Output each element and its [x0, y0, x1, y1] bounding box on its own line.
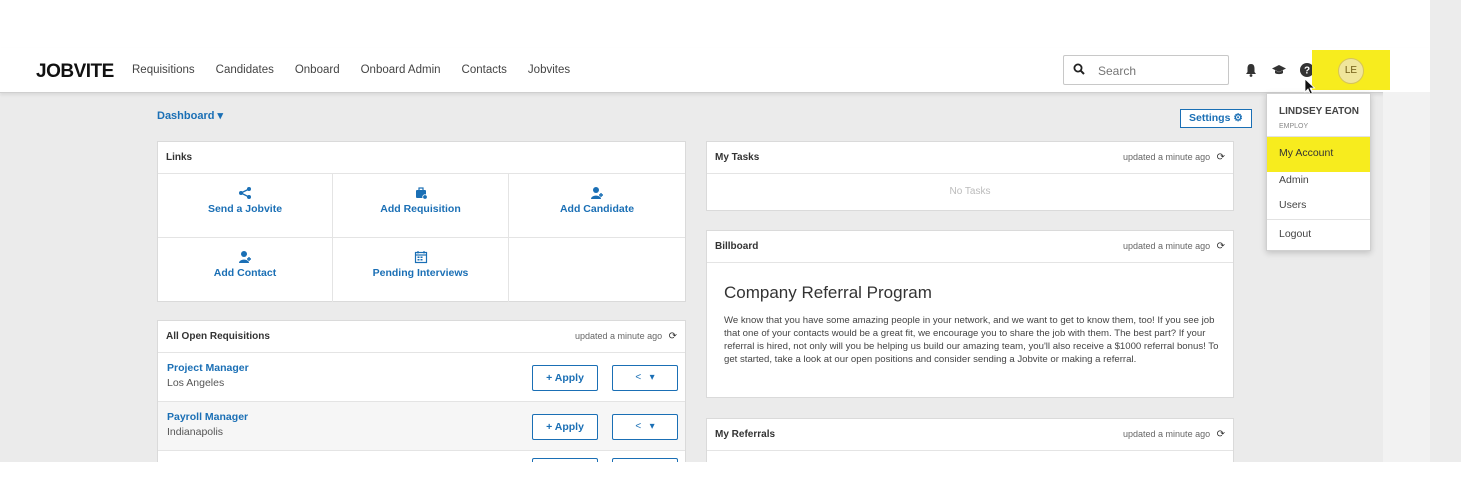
pending-interviews-link[interactable]: Pending Interviews: [333, 250, 508, 279]
user-avatar[interactable]: LE: [1338, 58, 1364, 84]
chevron-down-icon: ▾: [217, 110, 224, 122]
billboard-panel-header: Billboard updated a minute ago ⟳: [707, 231, 1233, 263]
add-user-icon: [591, 187, 603, 199]
right-rail: [1383, 92, 1430, 462]
requisitions-panel: All Open Requisitions updated a minute a…: [157, 320, 686, 462]
svg-text:?: ?: [1304, 66, 1310, 77]
add-candidate-link[interactable]: Add Candidate: [509, 186, 685, 215]
user-menu: LINDSEY EATON EMPLOY My Account Admin Us…: [1266, 93, 1371, 251]
briefcase-icon: [415, 187, 428, 200]
share-icon: [239, 187, 251, 199]
add-requisition-link[interactable]: Add Requisition: [333, 186, 508, 215]
billboard-heading: Company Referral Program: [724, 283, 932, 302]
billboard-title: Billboard: [715, 241, 759, 252]
jobvite-logo[interactable]: JOBVITE: [36, 61, 114, 83]
pending-interviews-label: Pending Interviews: [372, 267, 469, 279]
table-row: [158, 451, 685, 462]
nav-onboard[interactable]: Onboard: [295, 64, 340, 76]
refresh-icon[interactable]: ⟳: [1217, 231, 1225, 262]
requisition-location: Los Angeles: [167, 377, 225, 389]
add-candidate-label: Add Candidate: [559, 203, 635, 215]
chevron-down-icon: ▾: [649, 372, 655, 383]
add-requisition-label: Add Requisition: [380, 203, 461, 215]
nav-requisitions[interactable]: Requisitions: [132, 64, 195, 76]
calendar-icon: [414, 251, 427, 264]
requisition-title[interactable]: Project Manager: [167, 362, 249, 374]
refresh-icon[interactable]: ⟳: [1217, 419, 1225, 450]
gear-icon: ⚙: [1233, 112, 1243, 124]
share-icon: <: [635, 372, 642, 383]
apply-button[interactable]: + Apply: [532, 414, 598, 440]
apply-label: Apply: [554, 372, 584, 384]
bell-icon[interactable]: [1243, 62, 1259, 78]
referrals-panel-header: My Referrals updated a minute ago ⟳: [707, 419, 1233, 451]
apply-button[interactable]: + Apply: [532, 365, 598, 391]
user-name: LINDSEY EATON: [1279, 106, 1360, 117]
table-row: Project Manager Los Angeles + Apply < ▾: [158, 353, 685, 402]
billboard-panel: Billboard updated a minute ago ⟳ Company…: [706, 230, 1234, 398]
share-dropdown-button[interactable]: < ▾: [612, 365, 678, 391]
updated-text: updated a minute ago: [1123, 241, 1211, 251]
share-dropdown-button[interactable]: [612, 458, 678, 462]
chevron-down-icon: ▾: [649, 421, 655, 432]
referrals-updated: updated a minute ago ⟳: [1123, 419, 1225, 450]
apply-label: Apply: [554, 421, 584, 433]
tasks-panel-header: My Tasks updated a minute ago ⟳: [707, 142, 1233, 174]
refresh-icon[interactable]: ⟳: [1217, 142, 1225, 173]
refresh-icon[interactable]: ⟳: [669, 321, 677, 352]
search-icon: [1073, 63, 1085, 75]
requisitions-updated: updated a minute ago ⟳: [575, 321, 677, 352]
tasks-title: My Tasks: [715, 152, 760, 163]
requisition-title[interactable]: Payroll Manager: [167, 411, 248, 423]
updated-text: updated a minute ago: [1123, 152, 1211, 162]
add-contact-link[interactable]: Add Contact: [158, 250, 332, 279]
requisitions-title: All Open Requisitions: [166, 331, 270, 342]
menu-item-logout[interactable]: Logout: [1279, 228, 1311, 240]
top-navbar: JOBVITE Requisitions Candidates Onboard …: [0, 48, 1430, 93]
dashboard-dropdown[interactable]: Dashboard ▾: [157, 109, 223, 122]
share-icon: <: [635, 421, 642, 432]
scrollbar[interactable]: [1430, 0, 1461, 462]
search-box[interactable]: [1063, 55, 1229, 85]
tasks-panel: My Tasks updated a minute ago ⟳ No Tasks: [706, 141, 1234, 211]
nav-onboard-admin[interactable]: Onboard Admin: [361, 64, 441, 76]
no-tasks-message: No Tasks: [949, 186, 991, 197]
requisitions-panel-header: All Open Requisitions updated a minute a…: [158, 321, 685, 353]
add-contact-label: Add Contact: [213, 267, 277, 279]
user-role: EMPLOY: [1279, 123, 1309, 130]
graduation-cap-icon[interactable]: [1271, 62, 1287, 78]
tasks-updated: updated a minute ago ⟳: [1123, 142, 1225, 173]
divider: [158, 237, 685, 238]
apply-button[interactable]: [532, 458, 598, 462]
app-window: JOBVITE Requisitions Candidates Onboard …: [0, 0, 1430, 462]
nav-contacts[interactable]: Contacts: [462, 64, 507, 76]
menu-item-users[interactable]: Users: [1279, 199, 1306, 211]
billboard-updated: updated a minute ago ⟳: [1123, 231, 1225, 262]
updated-text: updated a minute ago: [575, 331, 663, 341]
links-panel-title: Links: [158, 142, 685, 174]
search-input[interactable]: [1096, 61, 1225, 81]
nav-candidates[interactable]: Candidates: [216, 64, 274, 76]
referrals-panel: My Referrals updated a minute ago ⟳: [706, 418, 1234, 462]
requisition-location: Indianapolis: [167, 426, 224, 438]
menu-item-my-account[interactable]: My Account: [1279, 147, 1333, 159]
referrals-title: My Referrals: [715, 429, 776, 440]
menu-item-admin[interactable]: Admin: [1279, 174, 1309, 186]
share-dropdown-button[interactable]: < ▾: [612, 414, 678, 440]
nav-jobvites[interactable]: Jobvites: [528, 64, 570, 76]
settings-button[interactable]: Settings ⚙: [1180, 109, 1252, 128]
settings-label: Settings: [1189, 112, 1231, 124]
menu-divider: [1267, 219, 1370, 220]
main-nav: Requisitions Candidates Onboard Onboard …: [132, 64, 591, 76]
table-row: Payroll Manager Indianapolis + Apply < ▾: [158, 402, 685, 451]
top-spacer: [0, 0, 1430, 48]
send-jobvite-label: Send a Jobvite: [207, 203, 283, 215]
billboard-body: We know that you have some amazing peopl…: [724, 315, 1219, 365]
dashboard-label: Dashboard: [157, 110, 215, 122]
updated-text: updated a minute ago: [1123, 429, 1211, 439]
send-jobvite-link[interactable]: Send a Jobvite: [158, 186, 332, 215]
links-panel: Links Send a Jobvite Add Requisition Add…: [157, 141, 686, 302]
add-contact-icon: [239, 251, 251, 263]
